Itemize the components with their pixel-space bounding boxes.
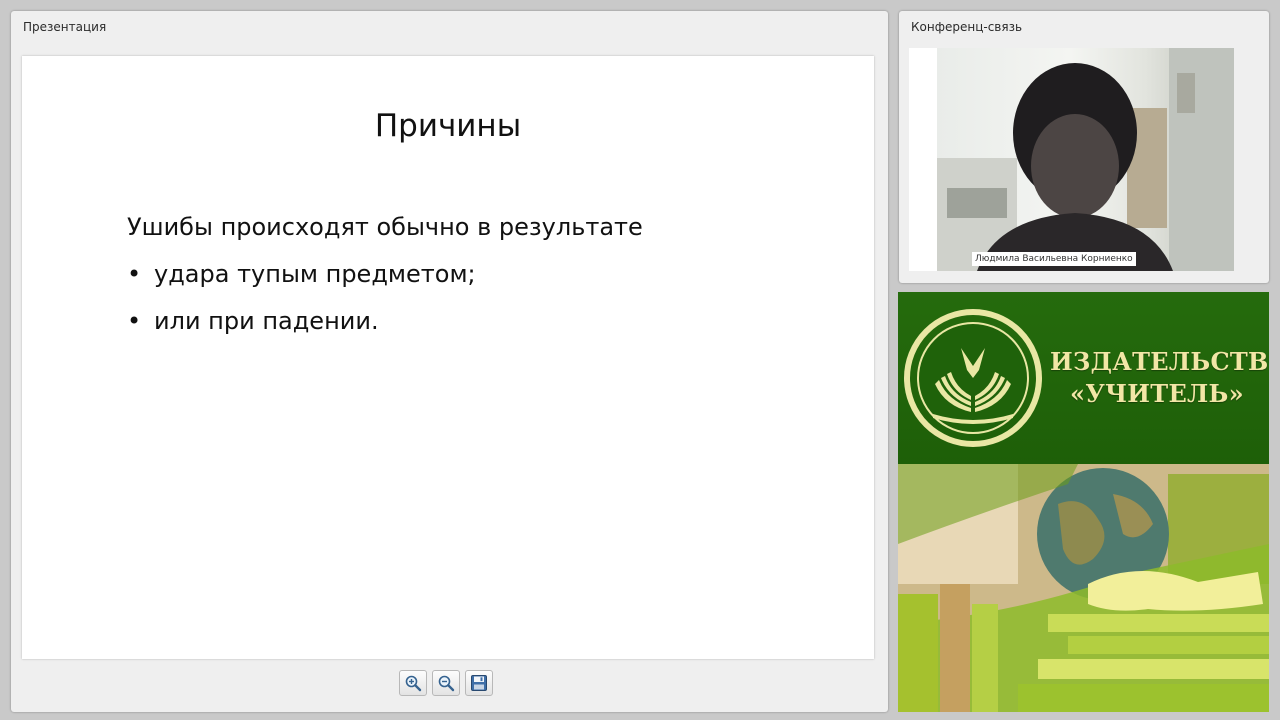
- bullet-marker: •: [127, 260, 142, 288]
- save-button[interactable]: [465, 670, 493, 696]
- publisher-name: ИЗДАТЕЛЬСТВО «УЧИТЕЛЬ»: [1050, 346, 1269, 410]
- books-globe-illustration: [898, 464, 1269, 712]
- floppy-disk-icon: [471, 675, 487, 691]
- banner-books-image: [898, 464, 1269, 712]
- presentation-panel: Презентация Причины Ушибы происходят обы…: [11, 11, 888, 712]
- slide-body: Ушибы происходят обычно в результате • у…: [127, 212, 643, 353]
- slide-title: Причины: [374, 108, 522, 144]
- slide-bullet-item: • удара тупым предметом;: [127, 259, 643, 306]
- conference-panel: Конференц-связь Людмила Васильевна Корни…: [899, 11, 1269, 283]
- zoom-in-icon: [405, 675, 422, 692]
- conference-panel-title: Конференц-связь: [911, 20, 1023, 34]
- slide-lead-text: Ушибы происходят обычно в результате: [127, 213, 643, 241]
- zoom-out-icon: [438, 675, 455, 692]
- book-leaf-emblem-icon: [904, 309, 1042, 447]
- publisher-banner: ИЗДАТЕЛЬСТВО «УЧИТЕЛЬ»: [898, 292, 1269, 712]
- video-frame: Людмила Васильевна Корниенко: [909, 48, 1234, 271]
- publisher-name-line2: «УЧИТЕЛЬ»: [1070, 379, 1244, 408]
- publisher-name-line1: ИЗДАТЕЛЬСТВО: [1050, 347, 1269, 376]
- slide-bullet-item: • или при падении.: [127, 306, 643, 353]
- presentation-toolbar: [399, 670, 493, 696]
- presentation-slide: Причины Ушибы происходят обычно в резуль…: [22, 56, 874, 659]
- zoom-out-button[interactable]: [432, 670, 460, 696]
- bullet-text: или при падении.: [154, 307, 379, 335]
- participant-video-image: [937, 48, 1234, 271]
- bullet-text: удара тупым предметом;: [154, 260, 476, 288]
- presentation-panel-title: Презентация: [23, 20, 107, 34]
- banner-header: ИЗДАТЕЛЬСТВО «УЧИТЕЛЬ»: [898, 292, 1269, 464]
- zoom-in-button[interactable]: [399, 670, 427, 696]
- bullet-marker: •: [127, 307, 142, 335]
- participant-name-label: Людмила Васильевна Корниенко: [972, 252, 1136, 266]
- webcam-video: [937, 48, 1234, 271]
